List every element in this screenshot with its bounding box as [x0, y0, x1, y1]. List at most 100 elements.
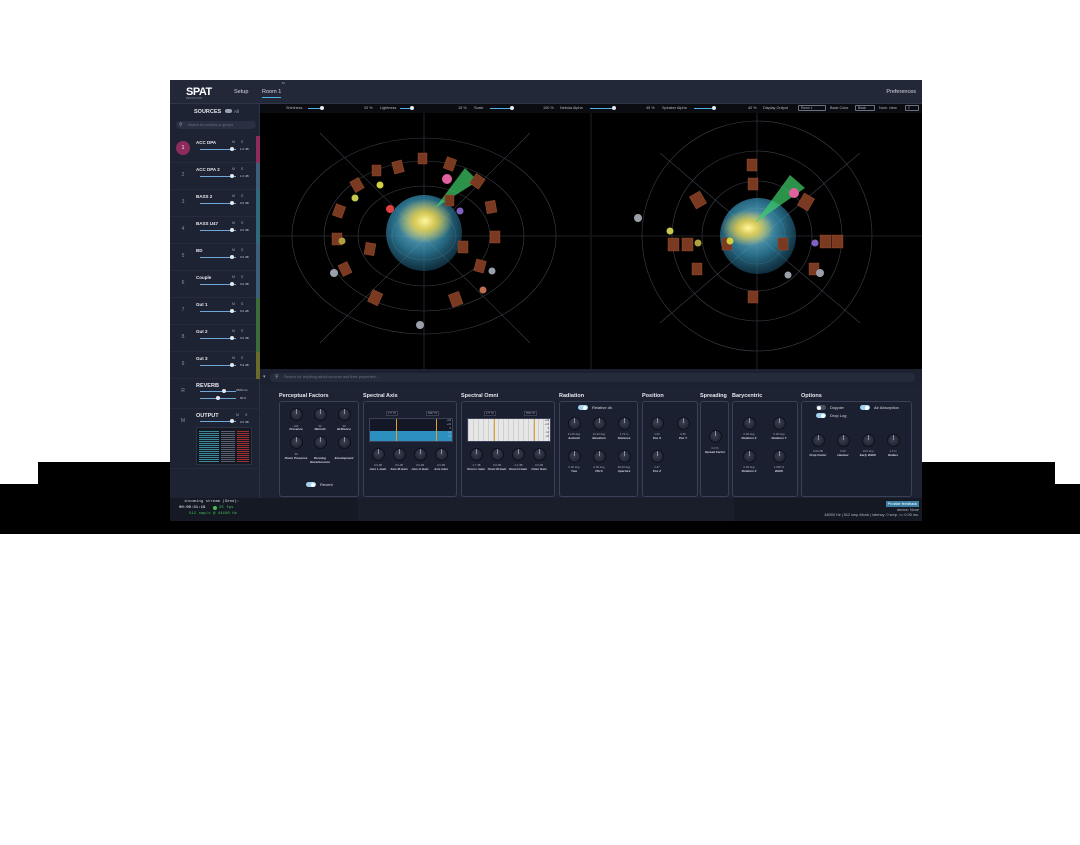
room-presence-knob[interactable] [290, 436, 303, 449]
source-row[interactable]: 1 ACC DPA M S 1.0 dB [170, 136, 260, 163]
omni-eq-low-marker[interactable] [494, 419, 495, 441]
nebula-alpha-slider-handle[interactable] [612, 106, 616, 110]
scale-slider[interactable] [490, 108, 512, 109]
preferences-button[interactable]: Preferences [886, 89, 916, 95]
source-row[interactable]: 9 Gut 3 M S 5.9 dB [170, 352, 260, 379]
axis-eq-high-marker[interactable] [436, 419, 437, 441]
doppler-toggle[interactable] [816, 405, 826, 410]
tab-room-1[interactable]: Room 1 [262, 89, 282, 98]
nebula-alpha-slider[interactable] [590, 108, 614, 109]
axis-gain-knob[interactable] [435, 448, 448, 461]
reverb-toggle[interactable] [306, 482, 316, 487]
omni-eq-graph[interactable]: +24 +12 0 -12 -24 [467, 418, 551, 442]
option-knob[interactable] [837, 434, 850, 447]
position-knob[interactable] [651, 450, 664, 463]
reverb-time-slider[interactable] [200, 391, 236, 392]
source-row[interactable]: 7 Gut 1 M S 0.0 dB [170, 298, 260, 325]
position-knob[interactable] [651, 417, 664, 430]
axis-gain-knob[interactable] [393, 448, 406, 461]
envelopment-knob[interactable] [338, 436, 351, 449]
running-reverberance-knob[interactable] [314, 436, 327, 449]
mute-button[interactable]: M [232, 248, 235, 252]
drop-log-toggle[interactable] [816, 413, 826, 418]
solo-button[interactable]: S [241, 275, 243, 279]
omni-gain-knob[interactable] [470, 448, 483, 461]
output-mute-button[interactable]: M [236, 413, 239, 417]
source-row[interactable]: 5 BD M S 0.0 dB [170, 244, 260, 271]
axis-eq-graph[interactable]: +24 +12 0 -12 -24 [369, 418, 453, 442]
option-knob[interactable] [812, 434, 825, 447]
warmth-knob[interactable] [314, 408, 327, 421]
barycentric-knob[interactable] [743, 450, 756, 463]
num-view-select[interactable]: 2 [905, 105, 919, 111]
solo-button[interactable]: S [241, 140, 243, 144]
solo-button[interactable]: S [241, 329, 243, 333]
source-row[interactable]: 3 BASS 2 M S 0.0 dB [170, 190, 260, 217]
source-row[interactable]: 2 ACC DPA 2 M S 1.0 dB [170, 163, 260, 190]
barycentric-knob[interactable] [773, 450, 786, 463]
option-knob[interactable] [887, 434, 900, 447]
gain-slider-handle[interactable] [230, 309, 234, 313]
axis-gain-knob[interactable] [372, 448, 385, 461]
output-solo-button[interactable]: S [245, 413, 247, 417]
position-knob[interactable] [677, 417, 690, 430]
source-row[interactable]: 4 BASS U47 M S 0.0 dB [170, 217, 260, 244]
gain-slider-handle[interactable] [230, 174, 234, 178]
mute-button[interactable]: M [232, 167, 235, 171]
radiation-knob[interactable] [568, 417, 581, 430]
gain-slider-handle[interactable] [230, 255, 234, 259]
gain-slider-handle[interactable] [230, 282, 234, 286]
mute-button[interactable]: M [232, 194, 235, 198]
all-toggle[interactable] [225, 109, 232, 113]
gain-slider-handle[interactable] [230, 336, 234, 340]
reverb-row[interactable]: R REVERB 2500 ms 60.0 [170, 379, 260, 409]
spread-factor-knob[interactable] [709, 430, 722, 443]
shininess-slider-handle[interactable] [320, 106, 324, 110]
radiation-knob[interactable] [568, 450, 581, 463]
relative-dir-toggle[interactable] [578, 405, 588, 410]
gain-slider-handle[interactable] [230, 201, 234, 205]
option-knob[interactable] [862, 434, 875, 447]
gain-slider-handle[interactable] [230, 363, 234, 367]
axis-gain-knob[interactable] [414, 448, 427, 461]
air-absorption-toggle[interactable] [860, 405, 870, 410]
back-color-select[interactable]: Black [855, 105, 875, 111]
property-search-input[interactable]: ⚲ Search for anything about sources and … [270, 373, 915, 382]
collapse-chevron-icon[interactable]: ▾ [263, 374, 266, 380]
speaker-alpha-slider[interactable] [694, 108, 714, 109]
output-gain-handle[interactable] [230, 419, 234, 423]
mute-button[interactable]: M [232, 275, 235, 279]
mute-button[interactable]: M [232, 329, 235, 333]
tab-setup[interactable]: Setup [234, 89, 248, 95]
source-row[interactable]: 6 Couple M S 0.0 dB [170, 271, 260, 298]
gain-slider-handle[interactable] [230, 147, 234, 151]
barycentric-knob[interactable] [743, 417, 756, 430]
radiation-knob[interactable] [593, 417, 606, 430]
solo-button[interactable]: S [241, 248, 243, 252]
reverb-level-handle[interactable] [216, 396, 220, 400]
axis-eq-low-marker[interactable] [396, 419, 397, 441]
gain-slider-handle[interactable] [230, 228, 234, 232]
radiation-knob[interactable] [618, 417, 631, 430]
omni-eq-high-marker[interactable] [534, 419, 535, 441]
output-row[interactable]: M OUTPUT M S 0.0 dB [170, 409, 260, 469]
speaker-alpha-slider-handle[interactable] [712, 106, 716, 110]
solo-button[interactable]: S [241, 356, 243, 360]
mute-button[interactable]: M [232, 356, 235, 360]
omni-gain-knob[interactable] [533, 448, 546, 461]
brilliance-knob[interactable] [338, 408, 351, 421]
radiation-knob[interactable] [618, 450, 631, 463]
omni-gain-knob[interactable] [512, 448, 525, 461]
mute-button[interactable]: M [232, 140, 235, 144]
mute-button[interactable]: M [232, 302, 235, 306]
presence-knob[interactable] [290, 408, 303, 421]
radiation-knob[interactable] [593, 450, 606, 463]
reverb-time-handle[interactable] [222, 389, 226, 393]
scale-slider-handle[interactable] [510, 106, 514, 110]
solo-button[interactable]: S [241, 194, 243, 198]
provide-feedback-button[interactable]: Provide feedback [885, 501, 919, 507]
lightness-slider-handle[interactable] [410, 106, 414, 110]
3d-viewport[interactable]: Shininess 20 % Lightness 15 % Scale 100 … [260, 104, 922, 369]
solo-button[interactable]: S [241, 221, 243, 225]
source-row[interactable]: 8 Gut 2 M S 0.0 dB [170, 325, 260, 352]
